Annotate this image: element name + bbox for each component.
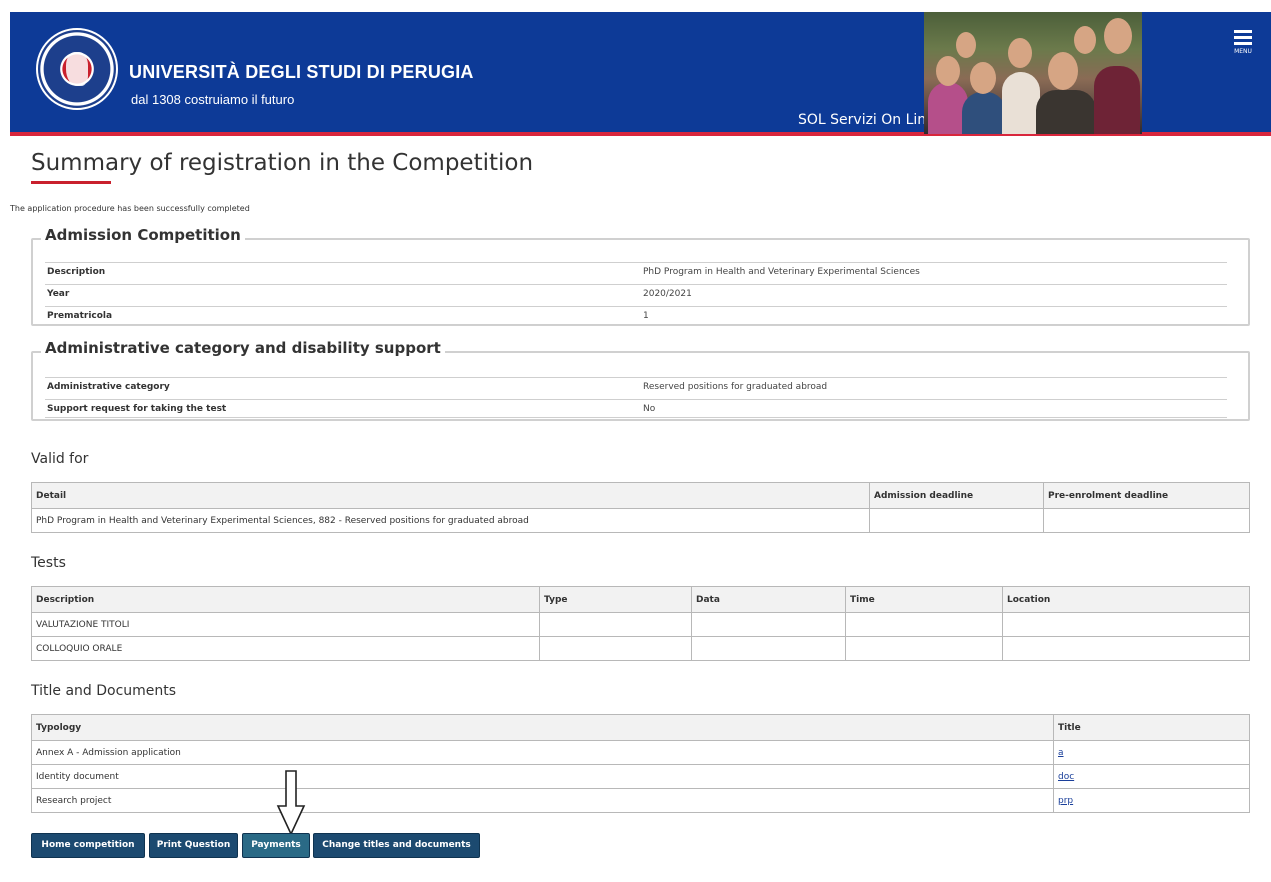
column-header: Type — [539, 586, 692, 613]
document-link[interactable]: prp — [1058, 796, 1073, 806]
menu-label: MENU — [1234, 48, 1252, 55]
row-value: 1 — [643, 311, 649, 321]
photo-figure — [1036, 90, 1096, 134]
table-cell — [691, 612, 846, 637]
table-cell: prp — [1053, 788, 1250, 813]
table-row: Identity document doc — [31, 764, 1250, 789]
photo-face — [956, 32, 976, 58]
table-header-row: Description Type Data Time Location — [31, 586, 1250, 613]
administrative-category-box: Administrative category and disability s… — [31, 339, 1250, 421]
logo-griffin-emblem — [66, 52, 88, 86]
row-value: PhD Program in Health and Veterinary Exp… — [643, 267, 920, 277]
site-header: UNIVERSITÀ DEGLI STUDI DI PERUGIA dal 13… — [10, 12, 1271, 136]
row-label: Prematricola — [47, 311, 113, 321]
column-header: Pre-enrolment deadline — [1043, 482, 1250, 509]
table-cell — [539, 612, 692, 637]
university-logo[interactable] — [36, 28, 118, 110]
change-titles-and-documents-button[interactable]: Change titles and documents — [313, 833, 480, 858]
menu-button[interactable]: MENU — [1231, 30, 1255, 62]
table-header-row: Typology Title — [31, 714, 1250, 741]
column-header: Location — [1002, 586, 1250, 613]
admission-competition-box: Admission Competition Description PhD Pr… — [31, 226, 1250, 326]
university-tagline: dal 1308 costruiamo il futuro — [131, 92, 295, 107]
photo-face — [970, 62, 996, 94]
row-value: No — [643, 404, 656, 414]
valid-for-heading: Valid for — [31, 451, 89, 467]
table-row: Annex A - Admission application a — [31, 740, 1250, 765]
table-row: COLLOQUIO ORALE — [31, 636, 1250, 661]
home-competition-button[interactable]: Home competition — [31, 833, 145, 858]
table-cell: Identity document — [31, 764, 1054, 789]
table-cell: Research project — [31, 788, 1054, 813]
hamburger-icon-bar — [1234, 42, 1252, 45]
photo-face — [1074, 26, 1096, 54]
table-cell — [1002, 612, 1250, 637]
column-header: Title — [1053, 714, 1250, 741]
photo-figure — [962, 92, 1006, 134]
table-cell — [869, 508, 1044, 533]
table-cell — [1002, 636, 1250, 661]
administrative-category-legend: Administrative category and disability s… — [41, 339, 445, 357]
admission-competition-legend: Admission Competition — [41, 226, 245, 244]
table-cell — [539, 636, 692, 661]
column-header: Detail — [31, 482, 870, 509]
column-header: Admission deadline — [869, 482, 1044, 509]
documents-heading: Title and Documents — [31, 683, 177, 699]
admin-row: Administrative category Reserved positio… — [45, 377, 1227, 396]
column-header: Time — [845, 586, 1003, 613]
hamburger-icon — [1234, 30, 1252, 33]
status-message: The application procedure has been succe… — [10, 204, 250, 213]
valid-for-table: Detail Admission deadline Pre-enrolment … — [31, 482, 1250, 533]
hamburger-icon-bar — [1234, 36, 1252, 39]
admin-row: Support request for taking the test No — [45, 399, 1227, 418]
admission-row: Year 2020/2021 — [45, 284, 1227, 303]
row-value: 2020/2021 — [643, 289, 692, 299]
row-label: Year — [47, 289, 70, 299]
down-arrow-icon — [276, 770, 306, 836]
university-name[interactable]: UNIVERSITÀ DEGLI STUDI DI PERUGIA — [129, 62, 474, 83]
table-cell — [1043, 508, 1250, 533]
table-cell: COLLOQUIO ORALE — [31, 636, 540, 661]
column-header: Typology — [31, 714, 1054, 741]
row-label: Support request for taking the test — [47, 404, 227, 414]
row-label: Description — [47, 267, 106, 277]
column-header: Description — [31, 586, 540, 613]
photo-figure — [1094, 66, 1140, 134]
tests-table: Description Type Data Time Location VALU… — [31, 586, 1250, 661]
page-title: Summary of registration in the Competiti… — [31, 150, 534, 176]
table-cell: VALUTAZIONE TITOLI — [31, 612, 540, 637]
students-photo — [924, 12, 1142, 134]
photo-face — [1048, 52, 1078, 90]
documents-table: Typology Title Annex A - Admission appli… — [31, 714, 1250, 813]
table-cell — [691, 636, 846, 661]
table-row: Research project prp — [31, 788, 1250, 813]
table-row: PhD Program in Health and Veterinary Exp… — [31, 508, 1250, 533]
column-header: Data — [691, 586, 846, 613]
photo-face — [1008, 38, 1032, 68]
table-cell — [845, 636, 1003, 661]
photo-face — [1104, 18, 1132, 54]
payments-button[interactable]: Payments — [242, 833, 310, 858]
photo-face — [936, 56, 960, 86]
table-cell: PhD Program in Health and Veterinary Exp… — [31, 508, 870, 533]
row-label: Administrative category — [47, 382, 170, 392]
table-cell: doc — [1053, 764, 1250, 789]
title-underline — [31, 181, 111, 184]
row-value: Reserved positions for graduated abroad — [643, 382, 828, 392]
table-header-row: Detail Admission deadline Pre-enrolment … — [31, 482, 1250, 509]
photo-figure — [1002, 72, 1040, 134]
table-cell: Annex A - Admission application — [31, 740, 1054, 765]
table-cell — [845, 612, 1003, 637]
print-question-button[interactable]: Print Question — [149, 833, 238, 858]
table-row: VALUTAZIONE TITOLI — [31, 612, 1250, 637]
tests-heading: Tests — [31, 555, 66, 571]
admission-row: Prematricola 1 — [45, 306, 1227, 325]
table-cell: a — [1053, 740, 1250, 765]
document-link[interactable]: doc — [1058, 772, 1074, 782]
admission-row: Description PhD Program in Health and Ve… — [45, 262, 1227, 281]
service-name: SOL Servizi On Line — [798, 112, 935, 128]
document-link[interactable]: a — [1058, 748, 1064, 758]
